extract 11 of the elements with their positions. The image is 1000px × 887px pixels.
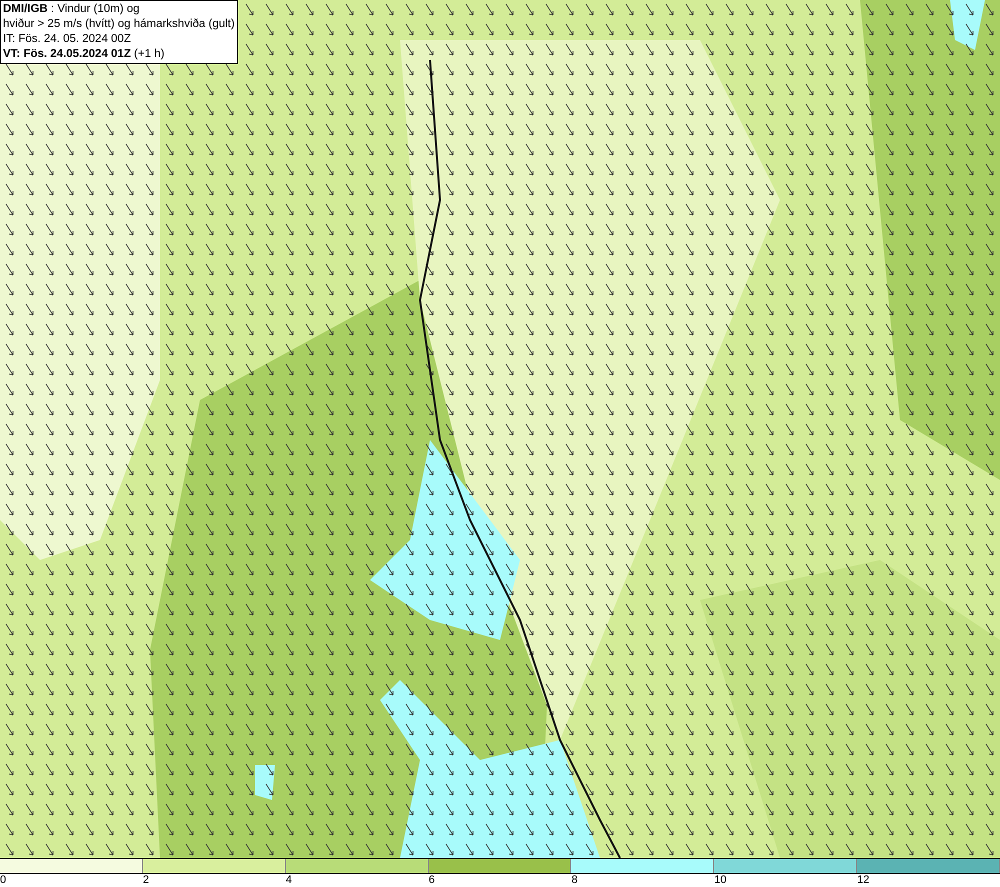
legend-label: 10 [714,874,727,886]
header-text: hviður > 25 m/s (hvítt) og hámarkshviða (gult) [3,17,235,32]
legend-label: 6 [428,874,435,886]
header-text: DMI/IGB : Vindur (10m) og [3,2,141,17]
legend-label: 0 [0,874,6,886]
header-text: VT: Fös. 24.05.2024 01Z (+1 h) [3,47,166,62]
legend-label: 8 [571,874,578,886]
legend-label: 12 [857,874,870,886]
legend-label: 4 [286,874,292,886]
legend-label: 2 [142,874,149,886]
header-text: IT: Fös. 24. 05. 2024 00Z [3,32,132,47]
